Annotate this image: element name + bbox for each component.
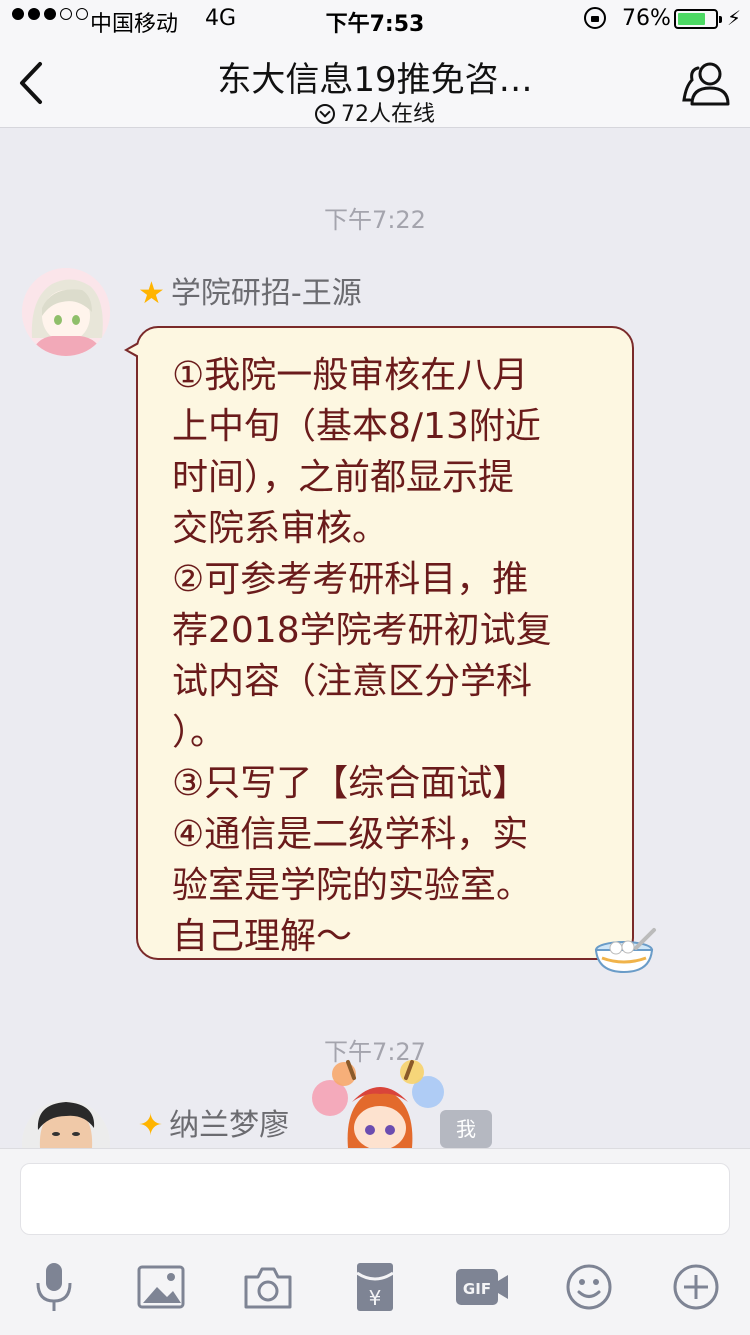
image-icon[interactable] — [133, 1261, 189, 1313]
sticker-image — [312, 1060, 444, 1148]
battery-icon — [674, 9, 722, 29]
svg-text:¥: ¥ — [369, 1286, 382, 1310]
rotation-lock-icon — [584, 7, 606, 29]
message-line: 试内容（注意区分学科 — [172, 661, 533, 702]
camera-icon[interactable] — [240, 1261, 296, 1313]
sender-name: ★ 学院研招-王源 — [138, 268, 362, 312]
microphone-icon[interactable] — [26, 1261, 82, 1313]
charging-icon: ⚡ — [727, 6, 742, 30]
message-bubble[interactable]: ①我院一般审核在八月 上中旬（基本8/13附近 时间），之前都显示提 交院系审核。 ②可… — [124, 326, 634, 962]
message-line: ）。 — [172, 712, 227, 753]
online-count[interactable]: 72人在线 — [0, 96, 750, 128]
message-line: ②可参考考研科目，推 — [172, 559, 529, 600]
message-line: 时间），之前都显示提 — [172, 457, 515, 498]
me-badge: 我 — [440, 1110, 492, 1148]
message-line: 荐2018学院考研初试复 — [172, 610, 552, 651]
message-timestamp: 下午7:22 — [324, 206, 426, 234]
nav-bar: 东大信息19推免咨… 72人在线 — [0, 40, 750, 128]
message-line: 自己理解～ — [172, 916, 353, 957]
emoji-icon[interactable] — [561, 1261, 617, 1313]
sender-name-label: 纳兰梦廖 — [169, 1108, 290, 1143]
message-line: 验室是学院的实验室。 — [172, 865, 533, 906]
chat-title[interactable]: 东大信息19推免咨… — [0, 52, 750, 101]
online-count-label: 72人在线 — [341, 102, 435, 127]
message-line: ①我院一般审核在八月 — [172, 355, 529, 396]
avatar[interactable] — [22, 1100, 110, 1148]
message-line: 上中旬（基本8/13附近 — [172, 406, 541, 447]
message-line: ③只写了【综合面试】 — [172, 763, 529, 804]
status-bar: 中国移动 4G 下午7:53 76% ⚡ — [0, 0, 750, 40]
plus-icon[interactable] — [668, 1261, 724, 1313]
red-packet-icon[interactable]: ¥ — [347, 1261, 403, 1313]
message-text: ①我院一般审核在八月 上中旬（基本8/13附近 时间），之前都显示提 交院系审核。 ②可… — [172, 350, 612, 962]
sender-name-label: 学院研招-王源 — [170, 276, 362, 311]
svg-text:GIF: GIF — [463, 1280, 491, 1298]
message-input[interactable] — [20, 1163, 730, 1235]
gif-icon[interactable]: GIF — [454, 1261, 510, 1313]
sender-name: ✦ 纳兰梦廖 — [138, 1100, 289, 1144]
diamond-star-icon: ✦ — [138, 1108, 164, 1143]
input-toolbar: ¥ GIF — [0, 1251, 750, 1323]
message-line: 交院系审核。 — [172, 508, 389, 549]
group-members-icon[interactable] — [680, 60, 732, 108]
star-icon: ★ — [138, 276, 165, 311]
avatar[interactable] — [22, 268, 110, 356]
input-area: ¥ GIF — [0, 1148, 750, 1335]
battery-percent: 76% — [622, 6, 671, 31]
chevron-down-icon — [315, 104, 335, 124]
message-line: ④通信是二级学科，实 — [172, 814, 529, 855]
bowl-decoration-icon — [594, 928, 656, 974]
